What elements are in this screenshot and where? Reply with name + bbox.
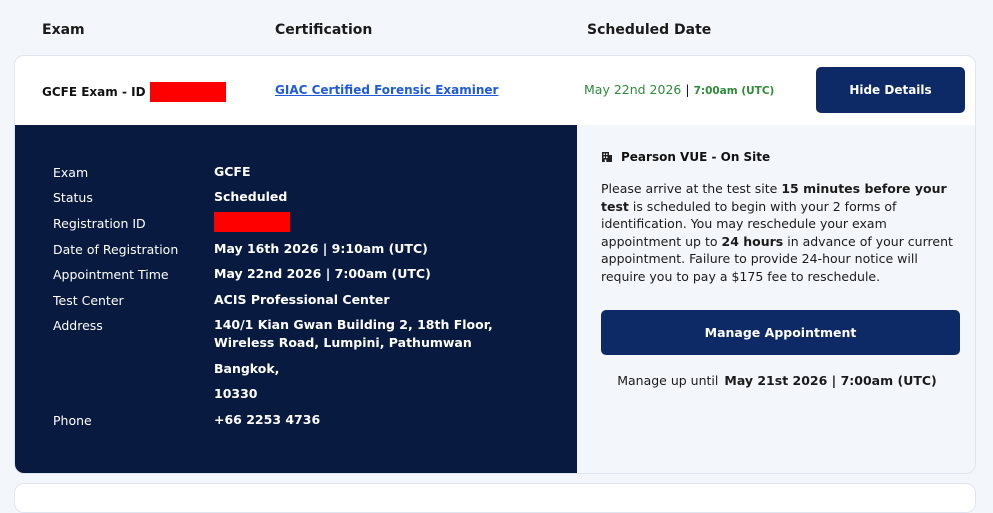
label-test-center: Test Center — [53, 293, 124, 308]
pearson-instructions: Please arrive at the test site 15 minute… — [601, 180, 953, 285]
value-phone: +66 2253 4736 — [214, 412, 321, 427]
manage-until-value: May 21st 2026 | 7:00am (UTC) — [724, 373, 937, 388]
value-exam: GCFE — [214, 164, 251, 179]
instructions-bold-2: 24 hours — [721, 233, 784, 249]
column-header-exam: Exam — [42, 22, 85, 38]
label-phone: Phone — [53, 413, 92, 428]
value-appointment-time: May 22nd 2026 | 7:00am (UTC) — [214, 266, 431, 281]
label-appointment-time: Appointment Time — [53, 267, 169, 282]
pearson-vue-panel: Pearson VUE - On Site Please arrive at t… — [577, 125, 975, 473]
column-headers: Exam Certification Scheduled Date — [0, 0, 993, 56]
instructions-text-1: Please arrive at the test site — [601, 181, 782, 196]
certification-link[interactable]: GIAC Certified Forensic Examiner — [275, 83, 498, 97]
exam-summary-row: GCFE Exam - ID GIAC Certified Forensic E… — [15, 56, 975, 125]
value-address-postal: 10330 — [214, 386, 258, 401]
redacted-registration-id — [214, 212, 290, 232]
label-exam: Exam — [53, 165, 89, 180]
value-status: Scheduled — [214, 189, 288, 204]
value-address-city: Bangkok, — [214, 361, 280, 376]
building-icon — [602, 152, 612, 162]
value-date-of-registration: May 16th 2026 | 9:10am (UTC) — [214, 241, 428, 256]
pearson-vue-title: Pearson VUE - On Site — [601, 150, 770, 164]
scheduled-date: May 22nd 2026 | 7:00am (UTC) — [584, 82, 774, 97]
pearson-vue-title-text: Pearson VUE - On Site — [621, 150, 771, 164]
manage-until: Manage up until May 21st 2026 | 7:00am (U… — [577, 373, 975, 388]
label-date-of-registration: Date of Registration — [53, 242, 179, 257]
manage-until-label: Manage up until — [617, 373, 719, 388]
exam-details-panel: Exam GCFE Status Scheduled Registration … — [15, 125, 577, 473]
label-status: Status — [53, 190, 93, 205]
column-header-certification: Certification — [275, 22, 373, 38]
next-exam-card — [14, 483, 976, 513]
scheduled-separator: | — [685, 82, 690, 97]
scheduled-time: 7:00am (UTC) — [693, 85, 775, 97]
value-registration-id — [214, 212, 290, 237]
exam-card: GCFE Exam - ID GIAC Certified Forensic E… — [14, 55, 976, 474]
exam-id-label: GCFE Exam - ID — [42, 85, 146, 99]
label-address: Address — [53, 318, 103, 333]
manage-appointment-button[interactable]: Manage Appointment — [601, 310, 960, 355]
hide-details-button[interactable]: Hide Details — [816, 67, 965, 113]
value-address-line: 140/1 Kian Gwan Building 2, 18th Floor, … — [214, 317, 493, 350]
label-registration-id: Registration ID — [53, 216, 146, 231]
value-test-center: ACIS Professional Center — [214, 292, 390, 307]
exam-id: GCFE Exam - ID — [42, 82, 226, 102]
redacted-exam-id — [149, 82, 226, 102]
column-header-scheduled-date: Scheduled Date — [587, 22, 712, 38]
scheduled-date-value: May 22nd 2026 — [584, 82, 682, 97]
